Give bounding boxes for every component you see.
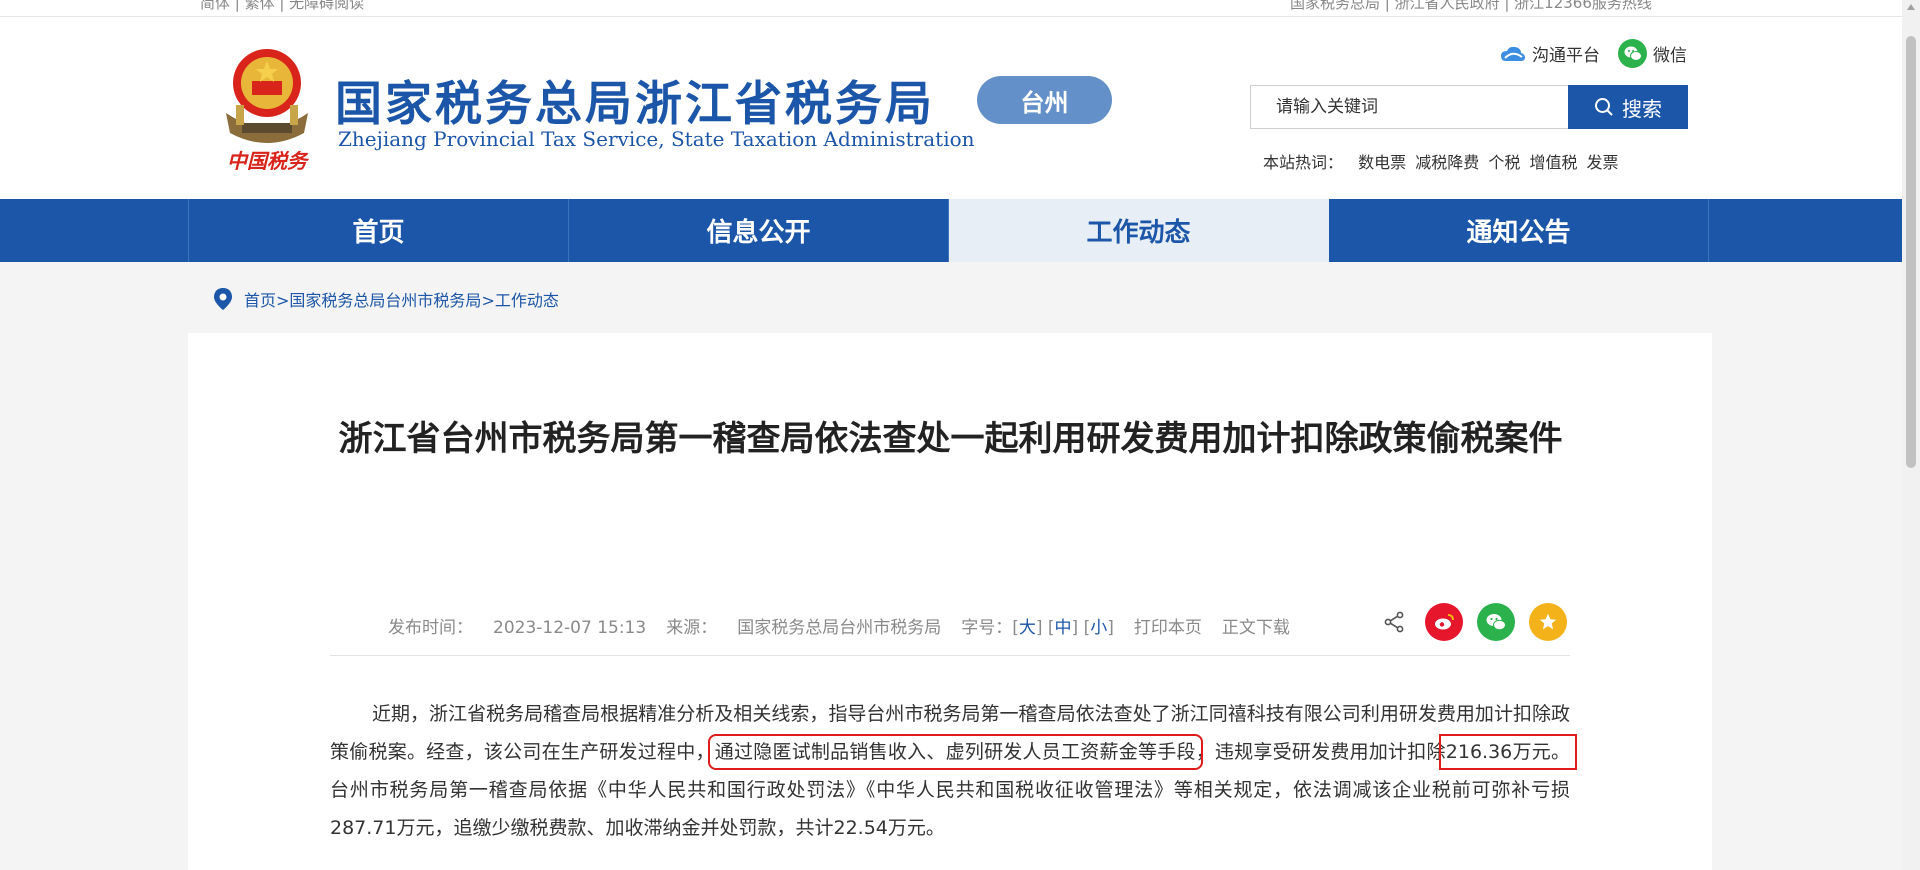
article-body: 近期，浙江省税务局稽查局根据精准分析及相关线索，指导台州市税务局第一稽查局依法查… <box>330 695 1577 847</box>
main-nav: 首页 信息公开 工作动态 通知公告 <box>0 199 1902 262</box>
source: 国家税务总局台州市税务局 <box>737 618 942 638</box>
emblem-caption: 中国税务 <box>227 149 307 173</box>
breadcrumb-work-news[interactable]: 工作动态 <box>495 291 559 310</box>
location-pin-icon <box>214 288 232 310</box>
search-input[interactable] <box>1250 85 1568 129</box>
breadcrumb: 首页>国家税务总局台州市税务局>工作动态 <box>212 287 559 311</box>
wechat-icon <box>1618 39 1647 68</box>
font-size-label: 字号： <box>961 618 1013 638</box>
search-icon <box>1595 98 1613 116</box>
nav-item-notices[interactable]: 通知公告 <box>1329 199 1709 262</box>
wechat-link[interactable]: 微信 <box>1618 39 1687 68</box>
cloud-icon <box>1501 46 1525 61</box>
scrollbar-thumb[interactable] <box>1906 36 1916 468</box>
wechat-label: 微信 <box>1653 46 1687 66</box>
hot-word-link[interactable]: 个税 <box>1488 153 1520 172</box>
nav-item-home[interactable]: 首页 <box>189 199 569 262</box>
search-bar: 搜索 <box>1250 85 1688 129</box>
download-text-link[interactable]: 正文下载 <box>1222 613 1290 638</box>
meta-divider <box>330 655 1570 656</box>
article-card: 浙江省台州市税务局第一稽查局依法查处一起利用研发费用加计扣除政策偷税案件 发布时… <box>188 333 1712 870</box>
share-bar <box>1383 603 1567 641</box>
top-strip-right-links[interactable]: 国家税务总局 | 浙江省人民政府 | 浙江12366服务热线 <box>1290 0 1652 13</box>
source-label: 来源： <box>666 618 718 638</box>
hot-word-link[interactable]: 增值税 <box>1529 153 1577 172</box>
nav-item-info-disclosure[interactable]: 信息公开 <box>569 199 949 262</box>
nav-item-work-news[interactable]: 工作动态 <box>949 199 1329 262</box>
article-text-3: 台州市税务局第一稽查局依据《中华人民共和国行政处罚法》《中华人民共和国税收征收管… <box>330 779 1570 839</box>
publish-time-label: 发布时间： <box>388 618 473 638</box>
site-header: 中国税务 国家税务总局浙江省税务局 Zhejiang Provincial Ta… <box>0 17 1902 199</box>
hot-word-link[interactable]: 减税降费 <box>1415 153 1479 172</box>
publish-time: 2023-12-07 15:13 <box>493 618 647 638</box>
search-button-label: 搜索 <box>1622 96 1662 121</box>
national-emblem-logo[interactable]: 中国税务 <box>212 41 322 173</box>
search-button[interactable]: 搜索 <box>1568 85 1688 129</box>
hot-words: 本站热词： 数电票 减税降费 个税 增值税 发票 <box>1263 149 1623 173</box>
article-meta: 发布时间： 2023-12-07 15:13 来源： 国家税务总局台州市税务局 字号… <box>388 613 1310 638</box>
font-size-small[interactable]: 小 <box>1090 618 1107 638</box>
top-utility-strip: 简体 | 繁体 | 无障碍阅读 国家税务总局 | 浙江省人民政府 | 浙江123… <box>0 0 1902 17</box>
communication-platform-link[interactable]: 沟通平台 <box>1500 41 1600 66</box>
print-page-link[interactable]: 打印本页 <box>1134 613 1202 638</box>
breadcrumb-home[interactable]: 首页 <box>244 291 276 310</box>
hot-words-label: 本站热词： <box>1263 153 1344 172</box>
scroll-up-arrow-icon[interactable] <box>1907 4 1915 10</box>
breadcrumb-bureau[interactable]: 国家税务总局台州市税务局 <box>289 291 481 310</box>
header-top-links: 沟通平台 微信 <box>1500 39 1687 68</box>
favorite-icon[interactable] <box>1529 603 1567 641</box>
hot-word-link[interactable]: 发票 <box>1587 153 1619 172</box>
wechat-share-icon[interactable] <box>1477 603 1515 641</box>
font-size-large[interactable]: 大 <box>1019 618 1036 638</box>
top-strip-left-links[interactable]: 简体 | 繁体 | 无障碍阅读 <box>200 0 364 13</box>
font-size-medium[interactable]: 中 <box>1055 618 1072 638</box>
article-text-2: ，违规享受研发费用加计扣除 <box>1195 741 1446 763</box>
site-title-en: Zhejiang Provincial Tax Service, State T… <box>338 127 975 151</box>
weibo-icon[interactable] <box>1425 603 1463 641</box>
highlighted-amount: 216.36万元。 <box>1438 734 1577 770</box>
breadcrumb-separator: > <box>481 291 495 310</box>
city-badge[interactable]: 台州 <box>977 76 1112 124</box>
breadcrumb-separator: > <box>276 291 290 310</box>
article-title: 浙江省台州市税务局第一稽查局依法查处一起利用研发费用加计扣除政策偷税案件 <box>338 419 1563 459</box>
hot-word-link[interactable]: 数电票 <box>1358 153 1406 172</box>
communication-platform-label: 沟通平台 <box>1532 46 1600 66</box>
highlighted-phrase-methods: 通过隐匿试制品销售收入、虚列研发人员工资薪金等手段 <box>707 734 1203 770</box>
vertical-scrollbar[interactable] <box>1902 0 1920 870</box>
site-title-cn[interactable]: 国家税务总局浙江省税务局 <box>335 65 935 134</box>
share-icon[interactable] <box>1383 611 1405 633</box>
